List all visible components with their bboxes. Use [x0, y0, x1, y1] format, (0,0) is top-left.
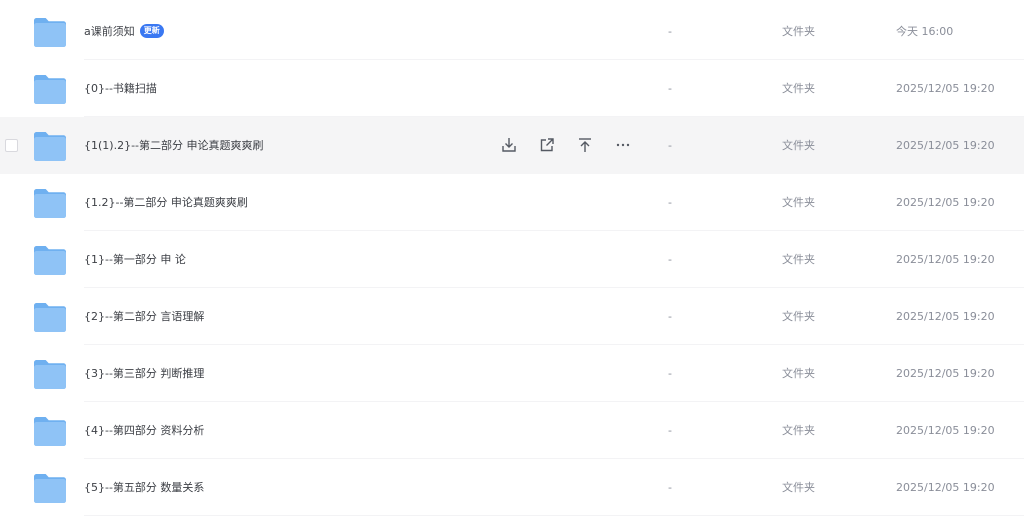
- folder-icon: [33, 359, 67, 390]
- file-list: a课前须知 更新 - 文件夹 今天 16:00 {0}--书籍扫描 - 文件夹 2025/12/…: [0, 0, 1024, 519]
- file-name-text: {1.2}--第二部分 申论真题爽爽刷: [84, 196, 248, 209]
- file-name[interactable]: {1.2}--第二部分 申论真题爽爽刷: [84, 174, 248, 231]
- file-name[interactable]: {4}--第四部分 资料分析: [84, 402, 204, 459]
- file-name[interactable]: {1}--第一部分 申 论: [84, 231, 186, 288]
- file-date: 2025/12/05 19:20: [896, 82, 995, 95]
- file-size: -: [668, 367, 672, 380]
- file-size: -: [668, 196, 672, 209]
- file-date: 2025/12/05 19:20: [896, 481, 995, 494]
- update-badge: 更新: [139, 24, 164, 38]
- row-checkbox[interactable]: [5, 139, 18, 152]
- file-name[interactable]: {1(1).2}--第二部分 申论真题爽爽刷: [84, 117, 264, 174]
- table-row[interactable]: {4}--第四部分 资料分析 - 文件夹 2025/12/05 19:20: [0, 402, 1024, 459]
- table-row[interactable]: a课前须知 更新 - 文件夹 今天 16:00: [0, 3, 1024, 60]
- file-date: 2025/12/05 19:20: [896, 310, 995, 323]
- table-row[interactable]: {1}--第一部分 申 论 - 文件夹 2025/12/05 19:20: [0, 231, 1024, 288]
- folder-icon: [33, 188, 67, 219]
- pin-to-top-button[interactable]: [574, 135, 596, 155]
- file-type: 文件夹: [782, 25, 815, 38]
- file-size: -: [668, 310, 672, 323]
- download-button[interactable]: [498, 135, 520, 155]
- table-row[interactable]: {3}--第三部分 判断推理 - 文件夹 2025/12/05 19:20: [0, 345, 1024, 402]
- folder-icon: [33, 74, 67, 105]
- more-button[interactable]: [612, 135, 634, 155]
- table-row[interactable]: {0}--书籍扫描 - 文件夹 2025/12/05 19:20: [0, 60, 1024, 117]
- file-size: -: [668, 253, 672, 266]
- file-name[interactable]: {0}--书籍扫描: [84, 60, 157, 117]
- share-button[interactable]: [536, 135, 558, 155]
- row-divider: [84, 515, 1024, 516]
- share-icon: [538, 136, 556, 154]
- more-icon: [614, 136, 632, 154]
- download-icon: [500, 136, 518, 154]
- file-name[interactable]: {2}--第二部分 言语理解: [84, 288, 204, 345]
- table-row[interactable]: {1.2}--第二部分 申论真题爽爽刷 - 文件夹 2025/12/05 19:20: [0, 174, 1024, 231]
- file-date: 2025/12/05 19:20: [896, 253, 995, 266]
- file-type: 文件夹: [782, 481, 815, 494]
- file-date: 2025/12/05 19:20: [896, 367, 995, 380]
- folder-icon: [33, 302, 67, 333]
- file-name[interactable]: {3}--第三部分 判断推理: [84, 345, 204, 402]
- file-name-text: {0}--书籍扫描: [84, 82, 157, 95]
- table-row[interactable]: {1(1).2}--第二部分 申论真题爽爽刷 - 文件夹 2025/12/05 19:…: [0, 117, 1024, 174]
- file-size: -: [668, 481, 672, 494]
- table-row[interactable]: {5}--第五部分 数量关系 - 文件夹 2025/12/05 19:20: [0, 459, 1024, 516]
- file-type: 文件夹: [782, 82, 815, 95]
- file-type: 文件夹: [782, 367, 815, 380]
- file-type: 文件夹: [782, 424, 815, 437]
- file-name-text: {2}--第二部分 言语理解: [84, 310, 205, 323]
- file-size: -: [668, 25, 672, 38]
- file-name-text: {1}--第一部分 申 论: [84, 253, 186, 266]
- file-name-text: {3}--第三部分 判断推理: [84, 367, 205, 380]
- folder-icon: [33, 416, 67, 447]
- file-name-text: {5}--第五部分 数量关系: [84, 481, 205, 494]
- table-row[interactable]: {2}--第二部分 言语理解 - 文件夹 2025/12/05 19:20: [0, 288, 1024, 345]
- file-date: 2025/12/05 19:20: [896, 139, 995, 152]
- file-name-text: a课前须知: [84, 25, 135, 38]
- file-name-text: {4}--第四部分 资料分析: [84, 424, 205, 437]
- folder-icon: [33, 473, 67, 504]
- file-size: -: [668, 139, 672, 152]
- file-date: 今天 16:00: [896, 25, 954, 38]
- file-size: -: [668, 424, 672, 437]
- file-type: 文件夹: [782, 139, 815, 152]
- file-name[interactable]: a课前须知 更新: [84, 3, 164, 60]
- pin-to-top-icon: [576, 136, 594, 154]
- file-date: 2025/12/05 19:20: [896, 424, 995, 437]
- file-size: -: [668, 82, 672, 95]
- file-type: 文件夹: [782, 196, 815, 209]
- folder-icon: [33, 245, 67, 276]
- file-date: 2025/12/05 19:20: [896, 196, 995, 209]
- file-type: 文件夹: [782, 310, 815, 323]
- file-name[interactable]: {5}--第五部分 数量关系: [84, 459, 204, 516]
- file-name-text: {1(1).2}--第二部分 申论真题爽爽刷: [84, 139, 264, 152]
- folder-icon: [33, 17, 67, 48]
- folder-icon: [33, 131, 67, 162]
- file-type: 文件夹: [782, 253, 815, 266]
